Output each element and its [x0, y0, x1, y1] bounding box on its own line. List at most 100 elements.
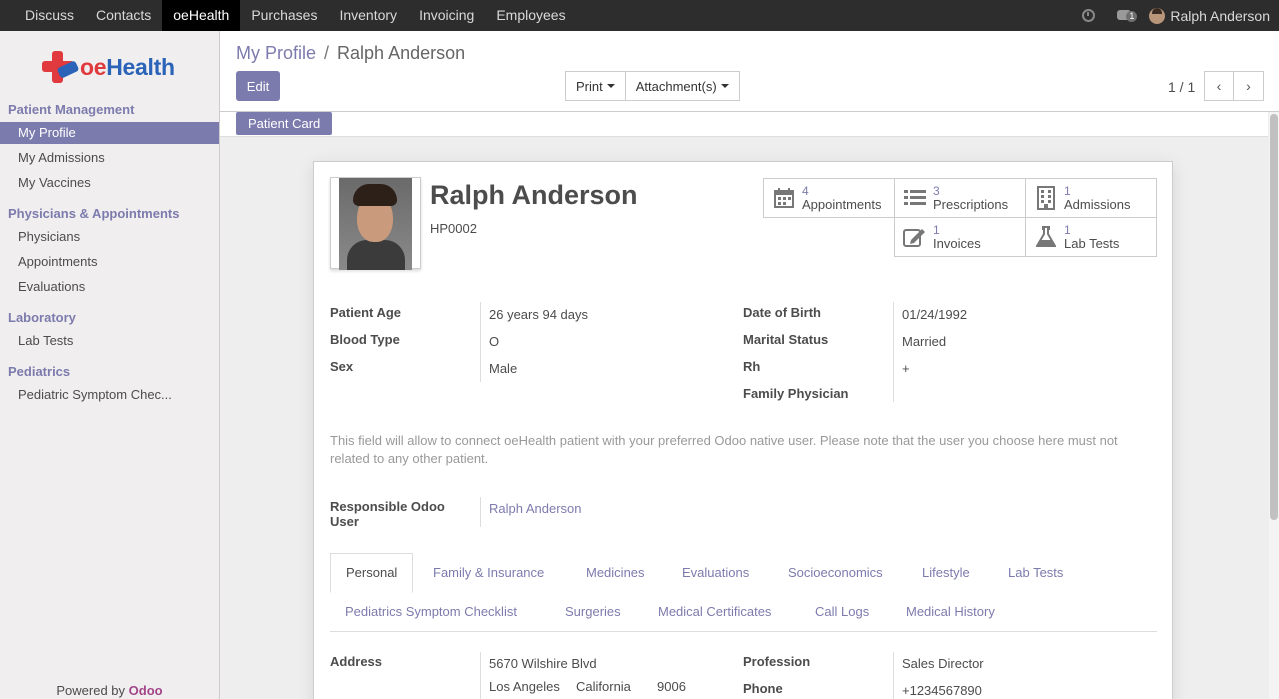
- prescriptions-smart-button[interactable]: 3 Prescriptions: [894, 178, 1026, 218]
- caret-down-icon: [720, 84, 729, 88]
- marital-status-label: Marital Status: [743, 332, 829, 347]
- admissions-smart-button[interactable]: 1 Admissions: [1025, 178, 1157, 218]
- zip-value: 9006: [657, 679, 686, 694]
- patient-name: Ralph Anderson: [430, 180, 638, 210]
- blood-type-value: O: [489, 334, 500, 349]
- lab-tests-smart-button[interactable]: 1 Lab Tests: [1025, 217, 1157, 257]
- state-value: California: [576, 679, 631, 694]
- edit-icon: [901, 224, 929, 250]
- sidebar-section-patient-management: Patient Management: [8, 102, 135, 117]
- sex-label: Sex: [330, 359, 354, 374]
- family-physician-label: Family Physician: [743, 386, 849, 401]
- scrollbar[interactable]: [1269, 112, 1279, 699]
- pager-value[interactable]: 1 / 1: [1168, 79, 1195, 95]
- form-sheet: Ralph Anderson HP0002 4 Appointments 3 Pre…: [313, 161, 1173, 699]
- tab-evaluations[interactable]: Evaluations: [682, 565, 749, 580]
- pager-buttons: ‹ ›: [1204, 71, 1264, 101]
- menu-purchases[interactable]: Purchases: [240, 0, 328, 31]
- patient-age-value: 26 years 94 days: [489, 307, 589, 322]
- field-divider: [893, 302, 894, 402]
- menu-employees[interactable]: Employees: [485, 0, 576, 31]
- form-view: Patient Card Ralph Anderson HP0002 4 Appo…: [220, 112, 1279, 699]
- patient-age-label: Patient Age: [330, 305, 402, 320]
- tab-socioeconomics[interactable]: Socioeconomics: [788, 565, 883, 580]
- responsible-user-label: Responsible Odoo User: [330, 499, 445, 529]
- menu-oehealth[interactable]: oeHealth: [162, 0, 241, 31]
- user-menu[interactable]: Ralph Anderson: [1170, 8, 1270, 24]
- sidebar-section-physicians: Physicians & Appointments: [8, 206, 180, 221]
- invoices-smart-button[interactable]: 1 Invoices: [894, 217, 1026, 257]
- menu-invoicing[interactable]: Invoicing: [408, 0, 485, 31]
- rh-value: +: [902, 361, 910, 376]
- list-icon: [901, 185, 929, 211]
- systray: 1 Ralph Anderson: [1082, 0, 1279, 31]
- medical-cross-icon: [40, 49, 80, 85]
- sidebar-section-pediatrics: Pediatrics: [8, 364, 71, 379]
- tab-lab-tests[interactable]: Lab Tests: [1008, 565, 1063, 580]
- menu-discuss[interactable]: Discuss: [14, 0, 85, 31]
- breadcrumb: My Profile / Ralph Anderson: [236, 43, 466, 63]
- caret-down-icon: [606, 84, 615, 88]
- pager-next-button[interactable]: ›: [1234, 71, 1264, 101]
- field-divider: [893, 652, 894, 699]
- sidebar-item-my-admissions[interactable]: My Admissions: [0, 147, 219, 169]
- edit-button[interactable]: Edit: [236, 71, 280, 101]
- phone-label: Phone: [743, 681, 783, 696]
- sidebar-item-physicians[interactable]: Physicians: [0, 226, 219, 248]
- patient-code: HP0002: [430, 221, 477, 236]
- tab-surgeries[interactable]: Surgeries: [565, 604, 621, 619]
- menu-contacts[interactable]: Contacts: [85, 0, 162, 31]
- patient-card-button[interactable]: Patient Card: [236, 112, 333, 135]
- sidebar: oeHealth Patient Management My Profile M…: [0, 31, 220, 699]
- clock-icon[interactable]: [1082, 9, 1096, 22]
- rh-label: Rh: [743, 359, 761, 374]
- field-divider: [480, 652, 481, 699]
- sidebar-item-appointments[interactable]: Appointments: [0, 251, 219, 273]
- phone-value: +1234567890: [902, 683, 982, 698]
- street-value: 5670 Wilshire Blvd: [489, 656, 597, 671]
- appointments-smart-button[interactable]: 4 Appointments: [763, 178, 895, 218]
- help-text: This field will allow to connect oeHealt…: [330, 433, 1118, 466]
- tab-personal[interactable]: Personal: [330, 553, 414, 593]
- field-divider: [480, 497, 481, 527]
- avatar[interactable]: [1149, 7, 1166, 24]
- city-value: Los Angeles: [489, 679, 560, 694]
- breadcrumb-my-profile[interactable]: My Profile: [236, 43, 316, 63]
- menu-inventory[interactable]: Inventory: [328, 0, 408, 31]
- responsible-user-link[interactable]: Ralph Anderson: [489, 501, 582, 516]
- marital-status-value: Married: [902, 334, 947, 349]
- form-statusbar: Patient Card: [220, 112, 1268, 137]
- patient-photo[interactable]: [330, 177, 421, 270]
- sidebar-item-lab-tests[interactable]: Lab Tests: [0, 330, 219, 352]
- field-divider: [480, 302, 481, 382]
- profession-value: Sales Director: [902, 656, 984, 671]
- tab-medicines[interactable]: Medicines: [586, 565, 645, 580]
- address-label: Address: [330, 654, 383, 669]
- chat-icon[interactable]: 1: [1117, 9, 1138, 23]
- sidebar-item-pediatric-symptom[interactable]: Pediatric Symptom Chec...: [0, 384, 219, 406]
- powered-by: Powered by Odoo: [56, 683, 163, 698]
- sidebar-item-my-vaccines[interactable]: My Vaccines: [0, 172, 219, 194]
- odoo-link[interactable]: Odoo: [129, 683, 163, 698]
- sidebar-item-evaluations[interactable]: Evaluations: [0, 276, 219, 298]
- calendar-icon: [770, 185, 798, 211]
- tab-medical-history[interactable]: Medical History: [906, 604, 995, 619]
- building-icon: [1032, 185, 1060, 211]
- print-dropdown[interactable]: Print: [565, 71, 626, 101]
- dob-label: Date of Birth: [743, 305, 821, 320]
- sidebar-section-laboratory: Laboratory: [8, 310, 76, 325]
- tab-pediatrics-symptom-checklist[interactable]: Pediatrics Symptom Checklist: [345, 604, 517, 619]
- tab-medical-certificates[interactable]: Medical Certificates: [658, 604, 771, 619]
- attachments-dropdown[interactable]: Attachment(s): [625, 71, 740, 101]
- blood-type-label: Blood Type: [330, 332, 400, 347]
- app-menu: Discuss Contacts oeHealth Purchases Inve…: [0, 0, 577, 31]
- tab-lifestyle[interactable]: Lifestyle: [922, 565, 970, 580]
- scrollbar-thumb[interactable]: [1270, 114, 1278, 520]
- pager-previous-button[interactable]: ‹: [1204, 71, 1234, 101]
- tab-family-insurance[interactable]: Family & Insurance: [433, 565, 544, 580]
- sex-value: Male: [489, 361, 518, 376]
- top-navbar: Discuss Contacts oeHealth Purchases Inve…: [0, 0, 1279, 31]
- sidebar-item-my-profile[interactable]: My Profile: [0, 122, 219, 144]
- oehealth-logo[interactable]: oeHealth: [40, 47, 190, 87]
- tab-call-logs[interactable]: Call Logs: [815, 604, 869, 619]
